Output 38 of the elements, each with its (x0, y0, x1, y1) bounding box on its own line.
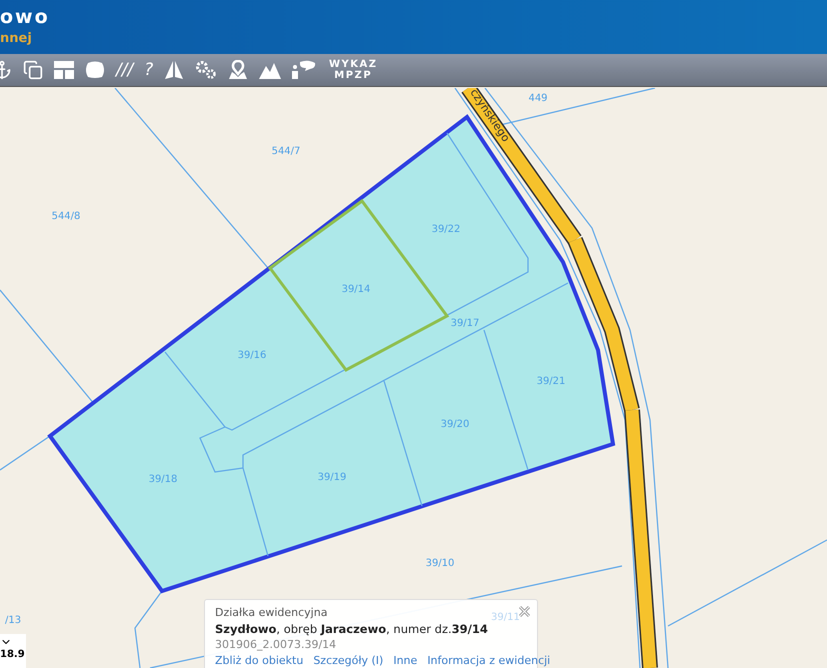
parcel-label: 544/7 (272, 146, 300, 157)
parcel-description: Szydłowo, obręb Jaraczewo, numer dz.39/14 (215, 621, 489, 637)
copy-icon[interactable] (23, 60, 43, 80)
parcel-label: 39/10 (426, 558, 454, 569)
parcel-label: 39/17 (450, 318, 480, 329)
parcel-code: 301906_2.0073.39/14 (215, 637, 338, 653)
popup-link[interactable]: Informacja z ewidencji (427, 653, 550, 668)
chat-icon[interactable] (292, 60, 316, 80)
parcel-label: 39/16 (238, 350, 266, 361)
parcel-label: 39/19 (318, 472, 346, 483)
parcel-label: 39/14 (342, 284, 370, 295)
popup-link[interactable]: Szczegóły (I) (313, 653, 384, 668)
boundary-line (0, 436, 50, 470)
tool-glyph[interactable]: ? (144, 62, 154, 78)
shape-icon[interactable] (85, 61, 105, 79)
close-icon[interactable] (518, 605, 531, 618)
map-pin-icon[interactable] (228, 60, 248, 80)
mountains-icon[interactable] (259, 61, 282, 79)
parcel-label: 39/18 (148, 474, 178, 485)
tool-glyph[interactable]: /// (116, 62, 134, 78)
popup-link[interactable]: Inne (393, 653, 418, 668)
wykaz-mpzp-button[interactable]: WYKAZ MPZP (327, 59, 380, 81)
parcel-label: 39/22 (432, 224, 460, 235)
parcel-label: 39/21 (536, 376, 566, 387)
app-subtitle: nnej (0, 30, 32, 48)
sail-icon[interactable] (164, 60, 184, 80)
layout-icon[interactable] (54, 61, 74, 79)
parcel-label: 39/20 (440, 419, 470, 430)
scale-widget[interactable]: 18.9 (0, 634, 26, 668)
parcel-label: /13 (5, 615, 22, 626)
app-title: owo (0, 5, 50, 30)
popup-link[interactable]: Zbliż do obiektu (215, 653, 304, 668)
parcel-label: 39/11 (491, 612, 520, 624)
gears-icon[interactable] (195, 60, 218, 80)
popup-heading: Działka ewidencyjna (215, 605, 328, 621)
scale-value: 18.9 (0, 648, 25, 662)
parcel-label: 544/8 (52, 211, 80, 222)
parcel-label: 449 (528, 93, 548, 104)
